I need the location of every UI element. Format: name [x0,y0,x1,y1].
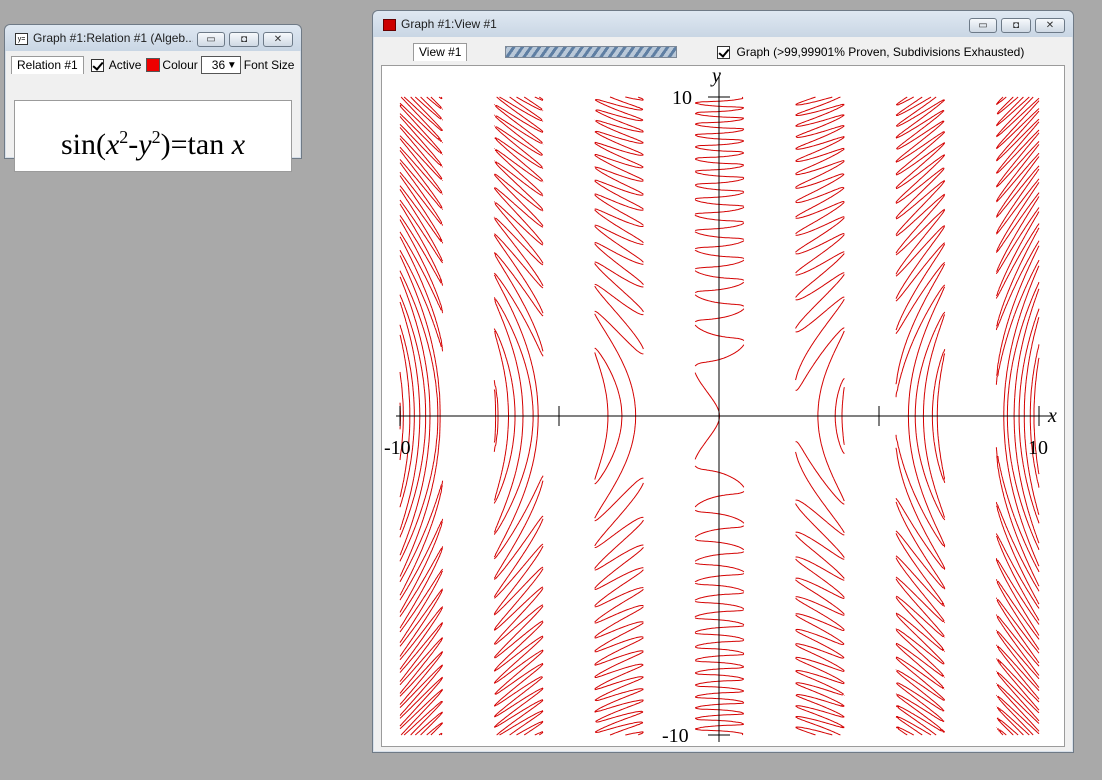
graph-plot-area[interactable]: x y -10 10 10 -10 [381,65,1065,747]
y-axis-label: y [710,66,721,87]
maximize-button[interactable]: ◘ [229,32,259,47]
y-max-label: 10 [672,87,692,109]
tab-view-1[interactable]: View #1 [413,43,468,61]
x-axis-label: x [1047,405,1057,427]
active-label: Active [108,58,142,72]
relation-app-icon: y= [15,33,28,45]
relation-window-titlebar[interactable]: y= Graph #1:Relation #1 (Algeb... ▭ ◘ ✕ [5,25,301,51]
graph-canvas[interactable]: x y -10 10 10 -10 [382,66,1064,746]
chevron-down-icon: ▼ [226,59,237,71]
relation-window: y= Graph #1:Relation #1 (Algeb... ▭ ◘ ✕ … [4,24,302,172]
x-max-label: 10 [1028,437,1048,459]
font-size-select[interactable]: 36 ▼ [200,56,241,74]
minimize-button[interactable]: ▭ [969,18,997,33]
view-window-title: Graph #1:View #1 [401,17,497,31]
x-min-label: -10 [384,437,411,459]
relation-formula: sin(x2-y2)=tan x [60,127,246,161]
graph-status: Graph (>99,99901% Proven, Subdivisions E… [736,45,1025,59]
close-button[interactable]: ✕ [263,32,293,47]
view-window-titlebar[interactable]: Graph #1:View #1 ▭ ◘ ✕ [373,11,1073,37]
graph-checkbox[interactable] [717,45,731,59]
font-size-value: 36 [211,58,226,72]
colour-swatch[interactable] [146,58,161,72]
view-toolbar: View #1 Graph (>99,99901% Proven, Subdiv… [413,41,1067,63]
proof-progress-bar [505,46,678,58]
y-min-label: -10 [662,725,689,746]
view-window: Graph #1:View #1 ▭ ◘ ✕ View #1 Graph (>9… [372,10,1074,753]
active-checkbox[interactable] [90,58,104,72]
axes: x y -10 10 10 -10 [384,66,1057,746]
formula-display[interactable]: sin(x2-y2)=tan x [14,100,292,172]
tab-relation-1[interactable]: Relation #1 [11,56,84,74]
maximize-button[interactable]: ◘ [1001,18,1031,33]
minimize-button[interactable]: ▭ [197,32,225,47]
colour-label: Colour [162,58,198,72]
relation-toolbar: Relation #1 Active Colour 36 ▼ Font Size [11,54,295,76]
view-app-icon [383,19,396,31]
relation-window-title: Graph #1:Relation #1 (Algeb... [33,31,193,45]
font-size-label: Font Size [243,58,295,72]
close-button[interactable]: ✕ [1035,18,1065,33]
